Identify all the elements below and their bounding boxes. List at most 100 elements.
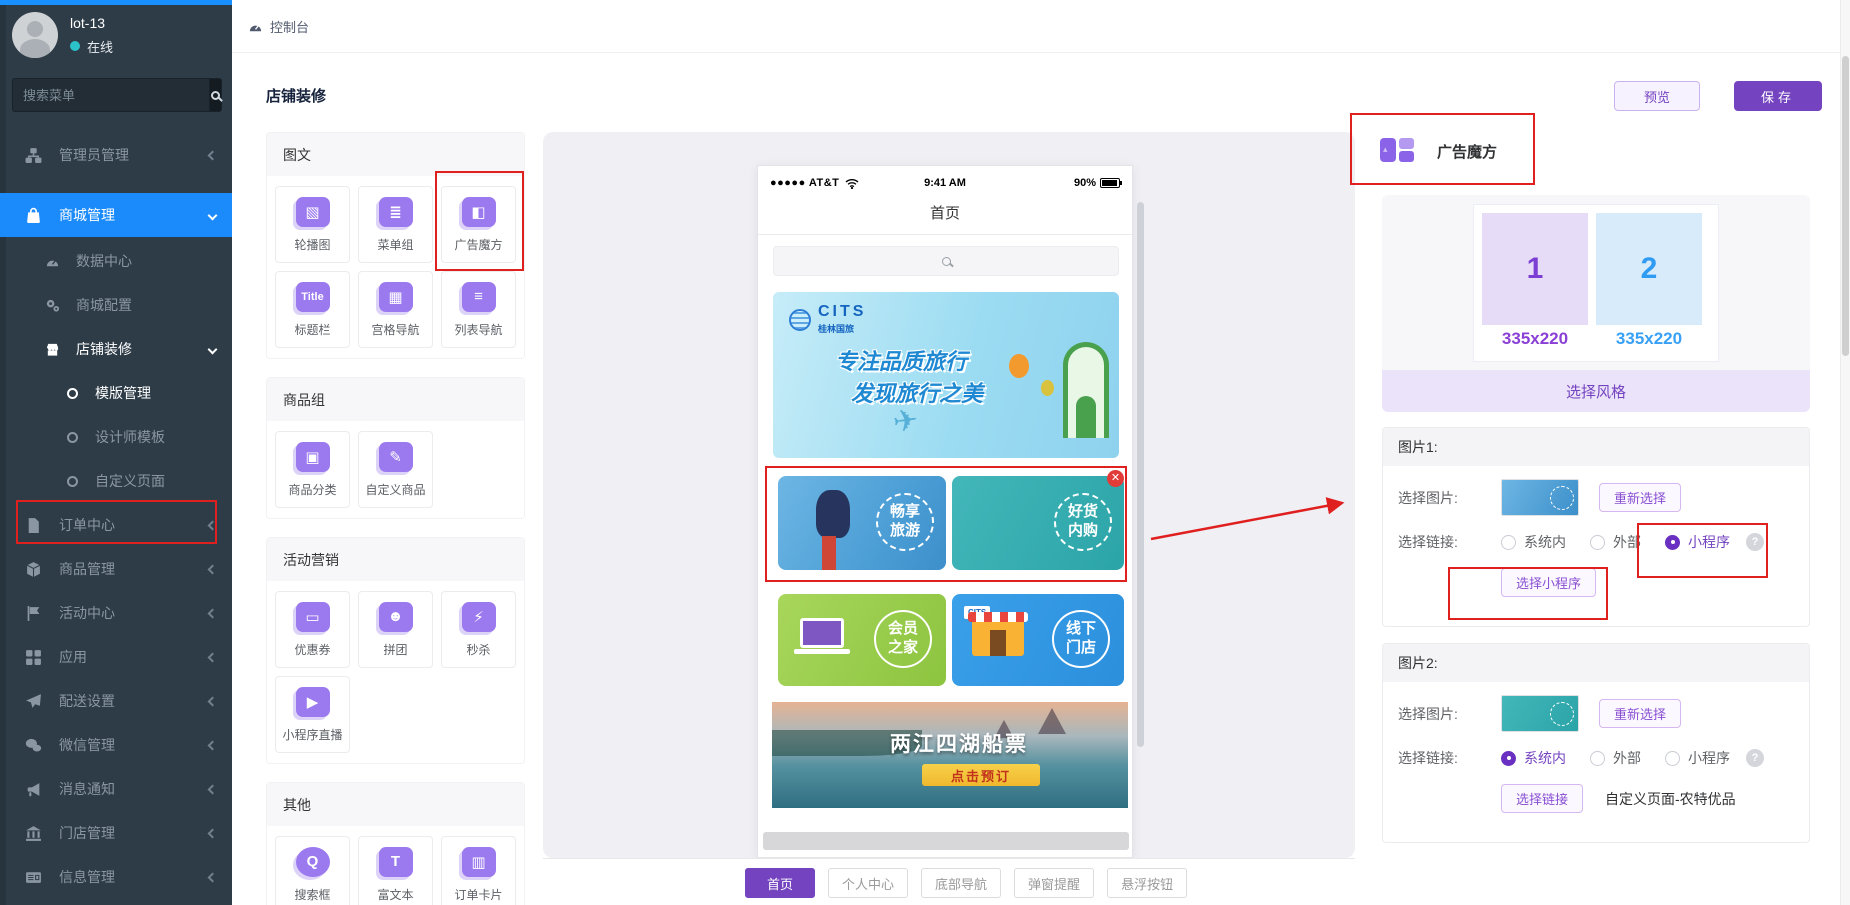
sidebar-item-store-mgmt[interactable]: 门店管理	[0, 811, 232, 855]
edit-doc-icon: ✎	[379, 442, 413, 472]
radio-external[interactable]	[1590, 751, 1605, 766]
palette-item-flash-sale[interactable]: ⚡ 秒杀	[441, 591, 516, 668]
radio-external-label[interactable]: 外部	[1613, 748, 1641, 768]
style-slot-2: 2	[1596, 213, 1702, 325]
sidebar-item-label: 消息通知	[59, 779, 209, 799]
radio-system-label[interactable]: 系统内	[1524, 532, 1566, 552]
tab-home[interactable]: 首页	[745, 868, 815, 898]
choose-link-button[interactable]: 选择链接	[1501, 784, 1583, 813]
page-scrollbar[interactable]	[1840, 0, 1850, 905]
radio-miniprogram-label[interactable]: 小程序	[1688, 748, 1730, 768]
sidebar-item-label: 商城管理	[59, 205, 209, 225]
battery-icon	[1100, 178, 1120, 188]
boat-banner-cta[interactable]: 点击预订	[922, 764, 1040, 786]
menu-search-input[interactable]	[12, 78, 209, 112]
phone-scrollbar[interactable]	[1137, 202, 1144, 747]
carousel-icon: ▧	[296, 197, 330, 227]
radio-miniprogram[interactable]	[1665, 535, 1680, 550]
palette-item-custom-goods[interactable]: ✎ 自定义商品	[358, 431, 433, 508]
palette-item-group-buy[interactable]: ☻ 拼团	[358, 591, 433, 668]
sidebar-item-info-mgmt[interactable]: 信息管理	[0, 855, 232, 899]
palette-item-order-card[interactable]: ▥ 订单卡片	[441, 836, 516, 905]
palette-item-coupon[interactable]: ▭ 优惠券	[275, 591, 350, 668]
tab-float-button[interactable]: 悬浮按钮	[1107, 868, 1187, 898]
placeholder-bar	[763, 832, 1129, 850]
sidebar-item-activity-center[interactable]: 活动中心	[0, 591, 232, 635]
sidebar-item-custom-page[interactable]: 自定义页面	[0, 459, 232, 503]
radio-external-label[interactable]: 外部	[1613, 532, 1641, 552]
palette-item-ad-cube[interactable]: ◧ 广告魔方	[441, 186, 516, 263]
section-title: 其他	[267, 783, 524, 826]
ad-cube-image-1[interactable]: 畅享 旅游	[778, 476, 946, 570]
radio-system[interactable]	[1501, 535, 1516, 550]
sidebar-item-label: 门店管理	[59, 823, 209, 843]
ad-cube-icon: ◧	[462, 197, 496, 227]
radio-system[interactable]	[1501, 751, 1516, 766]
sidebar-item-notifications[interactable]: 消息通知	[0, 767, 232, 811]
choose-style-button[interactable]: 选择风格	[1382, 370, 1810, 412]
link-value: 自定义页面-农特优品	[1605, 789, 1736, 809]
palette-item-menu-group[interactable]: ≣ 菜单组	[358, 186, 433, 263]
sidebar-item-label: 管理员管理	[59, 145, 209, 165]
sidebar-item-wechat[interactable]: 微信管理	[0, 723, 232, 767]
image2-thumbnail[interactable]	[1501, 695, 1579, 732]
palette-item-list-nav[interactable]: ≡ 列表导航	[441, 271, 516, 348]
sidebar-item-order-center[interactable]: 订单中心	[0, 503, 232, 547]
ad-cube-image-2[interactable]: 好货 内购	[952, 476, 1124, 570]
radio-miniprogram[interactable]	[1665, 751, 1680, 766]
palette-item-search-box[interactable]: Q 搜索框	[275, 836, 350, 905]
chevron-down-icon	[208, 210, 218, 220]
section-title: 商品组	[267, 378, 524, 421]
chevron-left-icon	[208, 608, 218, 618]
repick-image-button[interactable]: 重新选择	[1599, 483, 1681, 512]
choose-miniprogram-button[interactable]: 选择小程序	[1501, 568, 1596, 597]
content: 店铺装修 预览 保存 图文 ▧ 轮播图 ≣ 菜单组 ◧ 广告	[232, 53, 1850, 905]
phone-banner-boat[interactable]: 两江四湖船票 点击预订	[772, 702, 1128, 808]
user-name: lot-13	[70, 15, 113, 31]
member-home-image[interactable]: 会员 之家	[778, 594, 946, 686]
image1-thumbnail[interactable]	[1501, 479, 1579, 516]
style-preview: 1 2 335x220 335x220	[1473, 204, 1719, 362]
radio-external[interactable]	[1590, 535, 1605, 550]
sidebar-item-goods-mgmt[interactable]: 商品管理	[0, 547, 232, 591]
help-icon[interactable]: ?	[1746, 749, 1764, 767]
user-panel: lot-13 在线	[12, 12, 113, 58]
save-button[interactable]: 保存	[1734, 81, 1822, 111]
breadcrumb[interactable]: 控制台	[270, 17, 309, 36]
banner-headline-1: 专注品质旅行	[835, 344, 967, 376]
sidebar-item-shop-deco[interactable]: 店铺装修	[0, 327, 232, 371]
config-panel-header: 广告魔方	[1380, 135, 1497, 167]
tab-bottom-nav[interactable]: 底部导航	[921, 868, 1001, 898]
sidebar-item-mall[interactable]: 商城管理	[0, 193, 232, 237]
help-icon[interactable]: ?	[1746, 533, 1764, 551]
palette-item-goods-category[interactable]: ▣ 商品分类	[275, 431, 350, 508]
menu-search-button[interactable]	[209, 78, 222, 112]
palette-item-rich-text[interactable]: T 富文本	[358, 836, 433, 905]
remove-component-button[interactable]: ✕	[1107, 470, 1124, 487]
offline-store-image[interactable]: CITS 线下 门店	[952, 594, 1124, 686]
radio-miniprogram-label[interactable]: 小程序	[1688, 532, 1730, 552]
palette-item-title-bar[interactable]: Title 标题栏	[275, 271, 350, 348]
sidebar-item-delivery[interactable]: 配送设置	[0, 679, 232, 723]
preview-button[interactable]: 预览	[1614, 81, 1700, 111]
radio-system-label[interactable]: 系统内	[1524, 748, 1566, 768]
palette-item-carousel[interactable]: ▧ 轮播图	[275, 186, 350, 263]
sidebar-item-designer-template[interactable]: 设计师模板	[0, 415, 232, 459]
phone-banner-cits[interactable]: CITS 桂林国旅 专注品质旅行 发现旅行之美 ✈	[773, 292, 1119, 458]
sidebar-item-mall-config[interactable]: 商城配置	[0, 283, 232, 327]
palette-item-mini-live[interactable]: ▶ 小程序直播	[275, 676, 350, 753]
style-size-2: 335x220	[1596, 329, 1702, 349]
sidebar-item-label: 自定义页面	[95, 471, 216, 491]
phone-search-bar[interactable]	[773, 246, 1119, 276]
sidebar-item-template-mgmt[interactable]: 模版管理	[0, 371, 232, 415]
dashboard-icon	[45, 254, 60, 269]
tab-profile[interactable]: 个人中心	[828, 868, 908, 898]
plane-icon: ✈	[891, 402, 921, 440]
chevron-left-icon	[208, 150, 218, 160]
sidebar-item-apps[interactable]: 应用	[0, 635, 232, 679]
sidebar-item-admin[interactable]: 管理员管理	[0, 133, 232, 177]
sidebar-item-data-center[interactable]: 数据中心	[0, 239, 232, 283]
tab-popup-reminder[interactable]: 弹窗提醒	[1014, 868, 1094, 898]
repick-image-button[interactable]: 重新选择	[1599, 699, 1681, 728]
palette-item-grid-nav[interactable]: ▦ 宫格导航	[358, 271, 433, 348]
